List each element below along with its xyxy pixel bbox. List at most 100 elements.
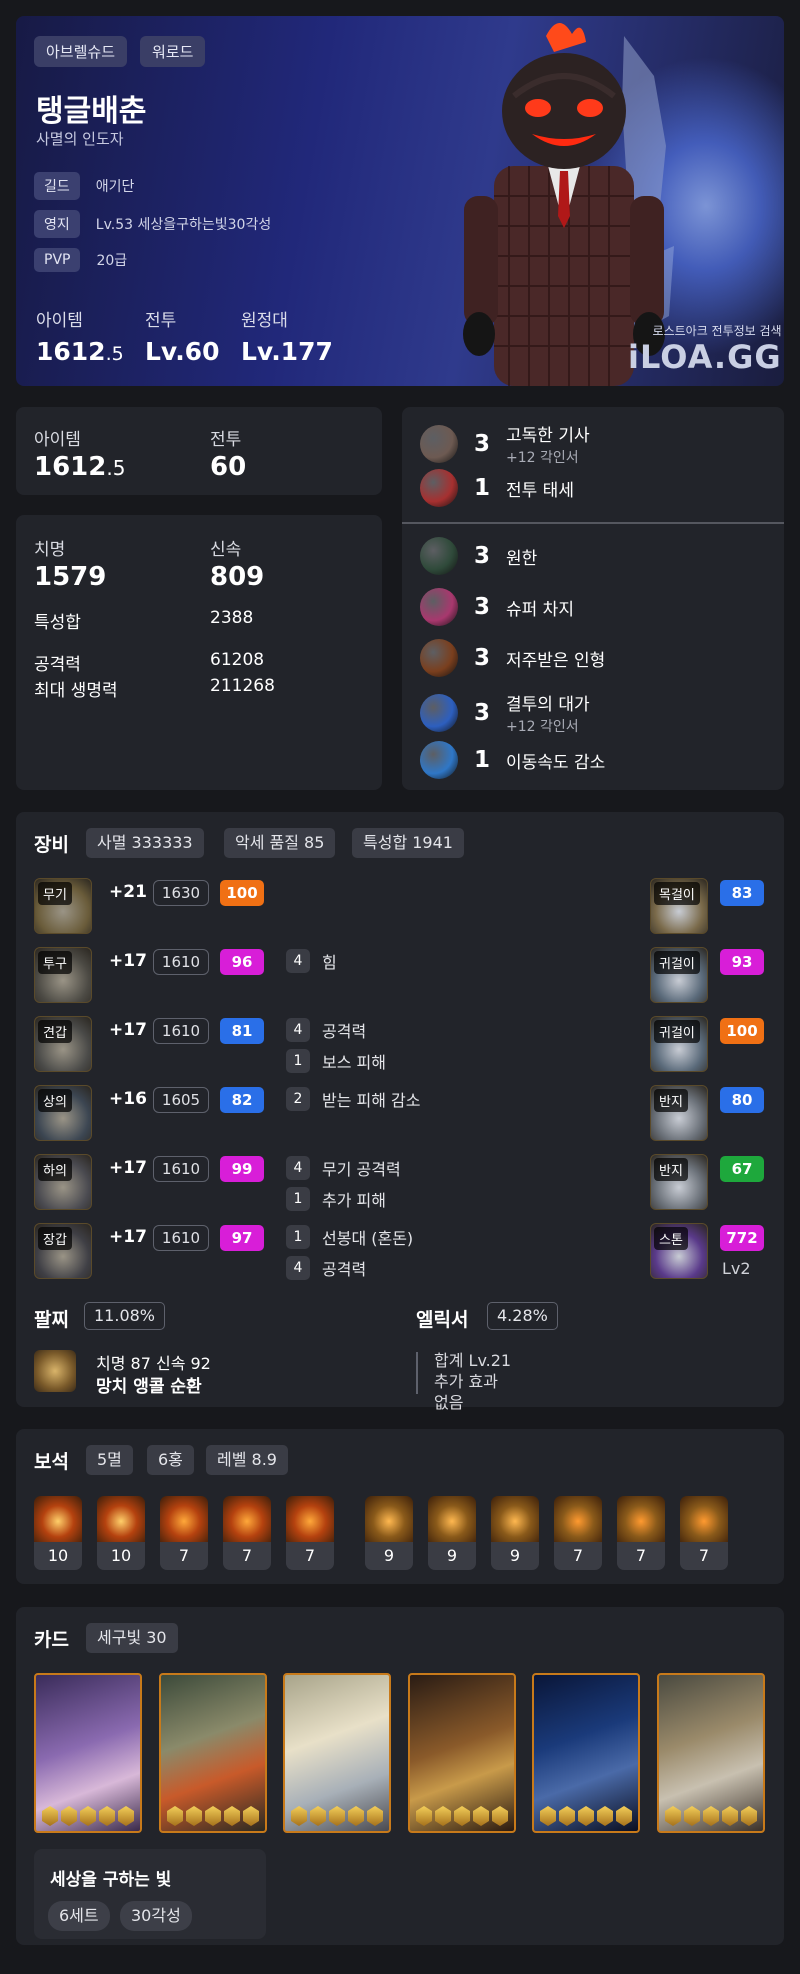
shoulder-icon[interactable]: 견갑: [34, 1016, 92, 1072]
engraving-level: 3: [474, 431, 491, 457]
gem-item[interactable]: 9: [491, 1496, 539, 1570]
gem-level: 10: [97, 1542, 145, 1570]
stat-panel: 치명 1579 신속 809 특성합 2388 공격력 61208 최대 생명력…: [16, 515, 382, 790]
quality-badge: 100: [720, 1018, 764, 1044]
engraving-level: 1: [474, 747, 491, 773]
engraving-row[interactable]: 3 저주받은 인형: [420, 639, 605, 677]
card-panel: 카드 세구빛 30 세상을 구하는 빛 6세트 30각성: [16, 1607, 784, 1945]
awaken-gem-icon: [741, 1806, 757, 1826]
earring-icon[interactable]: 귀걸이: [650, 1016, 708, 1072]
cursed-doll-icon: [420, 639, 458, 677]
equipment-title: 장비: [34, 834, 69, 856]
gem-item[interactable]: 7: [680, 1496, 728, 1570]
engraving-row[interactable]: 3 원한: [420, 537, 537, 575]
engraving-book: +12 각인서: [506, 450, 579, 466]
pvp-value: 20급: [96, 253, 128, 269]
pants-icon[interactable]: 하의: [34, 1154, 92, 1210]
brand-logo[interactable]: iLOA.GG: [628, 339, 782, 375]
equipment-option: 4 공격력: [286, 1256, 366, 1280]
awaken-gem-icon: [367, 1806, 383, 1826]
stat-value: Lv.60: [145, 337, 220, 366]
engraving-divider: [402, 522, 784, 524]
awaken-gem-icon: [348, 1806, 364, 1826]
card-item[interactable]: [532, 1673, 640, 1833]
quality-badge: 67: [720, 1156, 764, 1182]
gem-level: 7: [680, 1542, 728, 1570]
cooldown-gem-icon: [554, 1496, 602, 1542]
slot-label: 하의: [38, 1158, 72, 1181]
gloves-icon[interactable]: 장갑: [34, 1223, 92, 1279]
gem-item[interactable]: 7: [160, 1496, 208, 1570]
class-tag[interactable]: 워로드: [140, 36, 206, 67]
cooldown-gem-icon: [680, 1496, 728, 1542]
stat-label: 전투: [145, 311, 177, 331]
engraving-row[interactable]: 1 전투 태세: [420, 469, 574, 507]
option-text: 받는 피해 감소: [322, 1091, 421, 1110]
gem-level: 10: [34, 1542, 82, 1570]
gem-item[interactable]: 9: [365, 1496, 413, 1570]
card-awaken-gauge: [416, 1806, 508, 1826]
refine-level: +17: [109, 951, 147, 971]
option-count: 4: [286, 1018, 310, 1042]
stone-icon[interactable]: 스톤: [650, 1223, 708, 1279]
engraving-row[interactable]: 1 이동속도 감소: [420, 741, 605, 779]
card-awaken-gauge: [540, 1806, 632, 1826]
quality-badge: 82: [220, 1087, 264, 1113]
card-item[interactable]: [34, 1673, 142, 1833]
attack-row: 공격력 61208: [34, 650, 264, 675]
helmet-icon[interactable]: 투구: [34, 947, 92, 1003]
equipment-row: 견갑 +17 1610 81 4 공격력 1 보스 피해: [16, 1016, 576, 1073]
hero-roster-level: 원정대 Lv.177: [241, 306, 333, 366]
gem-level: 7: [223, 1542, 271, 1570]
awaken-gem-icon: [99, 1806, 115, 1826]
ring-icon[interactable]: 반지: [650, 1154, 708, 1210]
awaken-gem-icon: [578, 1806, 594, 1826]
slot-label: 목걸이: [654, 882, 700, 905]
card-item[interactable]: [283, 1673, 391, 1833]
swift-label: 신속: [210, 540, 242, 560]
chest-icon[interactable]: 상의: [34, 1085, 92, 1141]
card-item[interactable]: [657, 1673, 765, 1833]
engraving-text: 이동속도 감소: [506, 748, 605, 773]
gem-level: 9: [491, 1542, 539, 1570]
bracelet-icon[interactable]: [34, 1350, 76, 1392]
engraving-level: 3: [474, 645, 491, 671]
engraving-text: 저주받은 인형: [506, 646, 605, 671]
awaken-gem-icon: [167, 1806, 183, 1826]
guild-value[interactable]: 애기단: [96, 176, 135, 196]
gem-item[interactable]: 7: [286, 1496, 334, 1570]
card-item[interactable]: [408, 1673, 516, 1833]
refine-level: +16: [109, 1089, 147, 1109]
doom-gem-icon: [160, 1496, 208, 1542]
gem-item[interactable]: 9: [428, 1496, 476, 1570]
engraving-level: 3: [474, 700, 491, 726]
gem-panel: 보석 5멸 6홍 레벨 8.9 10 10 7 7 7 9 9 9 7 7 7: [16, 1429, 784, 1584]
weapon-icon[interactable]: 무기: [34, 878, 92, 934]
gem-item[interactable]: 10: [97, 1496, 145, 1570]
gem-item[interactable]: 7: [617, 1496, 665, 1570]
engraving-name: 슈퍼 차지: [506, 599, 574, 620]
gem-item[interactable]: 7: [223, 1496, 271, 1570]
engraving-row[interactable]: 3 슈퍼 차지: [420, 588, 574, 626]
necklace-icon[interactable]: 목걸이: [650, 878, 708, 934]
card-item[interactable]: [159, 1673, 267, 1833]
ring-icon[interactable]: 반지: [650, 1085, 708, 1141]
gem-item[interactable]: 7: [554, 1496, 602, 1570]
elixir-total: 합계 Lv.21: [434, 1351, 512, 1370]
awaken-gem-icon: [559, 1806, 575, 1826]
engraving-row[interactable]: 3 고독한 기사 +12 각인서: [420, 421, 590, 467]
engraving-row[interactable]: 3 결투의 대가 +12 각인서: [420, 690, 590, 736]
equipment-option: 1 선봉대 (혼돈): [286, 1225, 413, 1249]
earring-icon[interactable]: 귀걸이: [650, 947, 708, 1003]
item-level-value: 1612: [34, 452, 107, 482]
card-set-tag: 세구빛 30: [86, 1623, 178, 1653]
equipment-row: 투구 +17 1610 96 4 힘: [16, 947, 576, 1003]
equipment-option: 2 받는 피해 감소: [286, 1087, 421, 1111]
super-charge-icon: [420, 588, 458, 626]
gem-item[interactable]: 10: [34, 1496, 82, 1570]
quality-badge: 96: [220, 949, 264, 975]
awaken-gem-icon: [722, 1806, 738, 1826]
server-tag[interactable]: 아브렐슈드: [34, 36, 128, 67]
engraving-book: +12 각인서: [506, 719, 579, 735]
level-panel: 아이템 1612.5 전투 60: [16, 407, 382, 495]
